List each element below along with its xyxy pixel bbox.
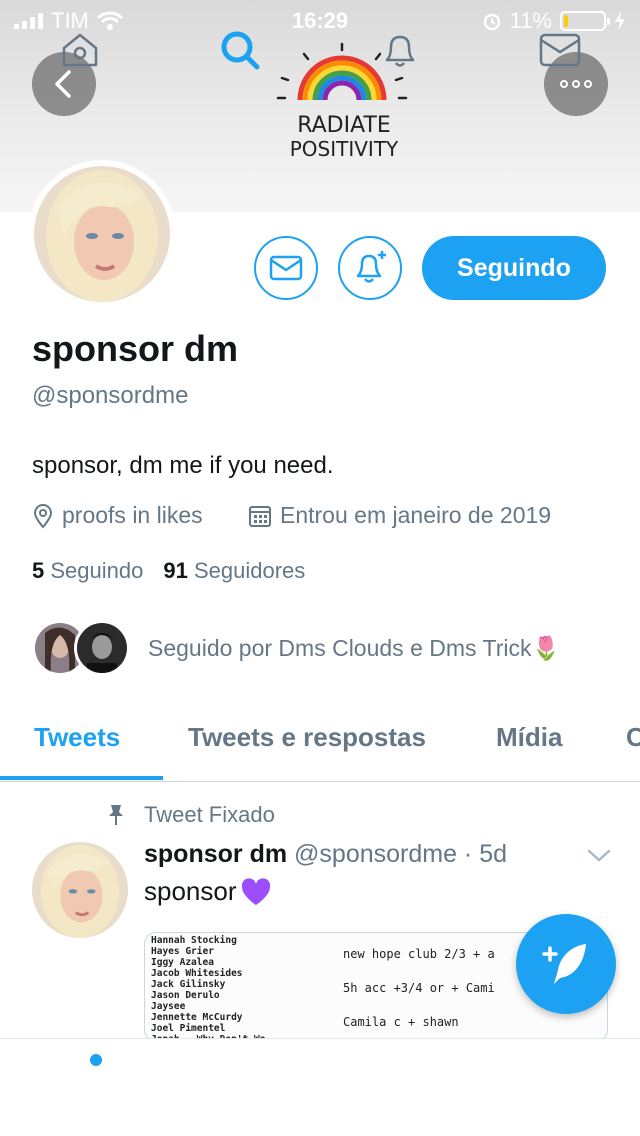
rainbow-icon <box>297 55 387 101</box>
bottom-tab-bar <box>0 1038 640 1136</box>
calendar-icon <box>249 505 271 527</box>
new-content-dot <box>90 1054 102 1066</box>
charging-icon <box>615 11 625 31</box>
notifications-icon <box>385 35 415 67</box>
more-icon <box>560 80 592 88</box>
bell-plus-icon <box>356 251 386 283</box>
media-left-list: Hannah Stocking Hayes Grier Iggy Azalea Jac… <box>151 935 271 1041</box>
tab-likes[interactable]: Curtidas <box>626 722 640 753</box>
profile-name: sponsor dm <box>32 328 239 369</box>
media-list-line: Iggy Azalea <box>151 957 214 968</box>
nav-home[interactable] <box>58 28 102 72</box>
tweet-body: sponsor <box>144 876 237 906</box>
location-text: proofs in likes <box>62 502 203 528</box>
profile-location: proofs in likes <box>32 502 203 529</box>
media-list-line: Camila c + shawn <box>343 1015 459 1029</box>
nav-messages[interactable] <box>538 28 582 72</box>
profile-joined: Entrou em janeiro de 2019 <box>248 502 551 529</box>
tweet-author-handle: @sponsordme · 5d <box>294 840 508 868</box>
profile-avatar[interactable] <box>28 160 176 308</box>
tab-tweets[interactable]: Tweets <box>34 722 120 753</box>
media-list-line: Jennette McCurdy <box>151 1012 243 1023</box>
banner-text-line1: RADIATE <box>297 113 391 138</box>
followed-by[interactable]: Seguido por Dms Clouds e Dms Trick🌷 <box>32 620 560 676</box>
alarm-icon <box>483 13 500 31</box>
joined-text: Entrou em janeiro de 2019 <box>280 502 552 528</box>
pin-icon <box>109 805 123 825</box>
battery-fill <box>564 15 569 27</box>
profile-bio: sponsor, dm me if you need. <box>32 452 334 479</box>
chevron-down-icon[interactable] <box>586 848 612 864</box>
chevron-left-icon <box>55 70 71 98</box>
message-button[interactable] <box>254 236 318 300</box>
messages-icon <box>539 33 581 67</box>
media-right-list: new hope club 2/3 + a 5h acc +3/4 or + Ca… <box>343 937 495 1039</box>
nav-notifications[interactable] <box>378 28 422 72</box>
tab-active-indicator <box>0 776 163 780</box>
media-list-line: 5h acc +3/4 or + Cami <box>343 981 495 995</box>
pinned-label: Tweet Fixado <box>144 802 275 827</box>
tab-media[interactable]: Mídia <box>496 722 562 753</box>
banner-text-line2: POSITIVITY <box>290 137 399 161</box>
followed-by-text: Seguido por Dms Clouds e Dms Trick🌷 <box>148 634 561 661</box>
media-list-line: Jacob Whitesides <box>151 968 243 979</box>
location-pin-icon <box>33 503 53 529</box>
media-list-line: new hope club 2/3 + a <box>343 947 495 961</box>
media-list-line: Jaysee <box>151 1001 186 1012</box>
home-icon <box>62 33 98 67</box>
pinned-indicator: Tweet Fixado <box>106 802 275 828</box>
purple-heart-icon <box>241 877 270 905</box>
media-list-line: Jack Gilinsky <box>151 979 226 990</box>
follow-counts: 5 Seguindo 91 Seguidores <box>32 558 305 584</box>
tweet-text: sponsor <box>144 876 271 907</box>
followers-count-link[interactable]: 91 Seguidores <box>163 558 305 584</box>
notifications-toggle-button[interactable] <box>338 236 402 300</box>
media-list-line: Joel Pimentel <box>151 1023 226 1034</box>
follower-avatar <box>74 620 130 676</box>
envelope-icon <box>269 255 303 281</box>
profile-tabs: Tweets Tweets e respostas Mídia Curtidas <box>0 700 640 782</box>
search-icon <box>221 31 260 70</box>
following-button[interactable]: Seguindo <box>422 236 606 300</box>
tweet-author-name[interactable]: sponsor dm <box>144 840 287 868</box>
tweet-header: sponsor dm @sponsordme · 5d <box>144 840 507 869</box>
media-list-line: Hayes Grier <box>151 946 214 957</box>
media-list-line: Hannah Stocking <box>151 935 237 946</box>
compose-feather-icon <box>542 944 586 984</box>
compose-tweet-button[interactable] <box>516 914 616 1014</box>
tab-tweets-and-replies[interactable]: Tweets e respostas <box>188 722 426 753</box>
tweet-author-avatar[interactable] <box>32 842 128 938</box>
media-list-line: Jason Derulo <box>151 990 220 1001</box>
following-count-link[interactable]: 5 Seguindo <box>32 558 143 584</box>
avatar <box>34 166 170 302</box>
nav-search[interactable] <box>218 28 262 72</box>
profile-handle: @sponsordme <box>32 382 189 409</box>
